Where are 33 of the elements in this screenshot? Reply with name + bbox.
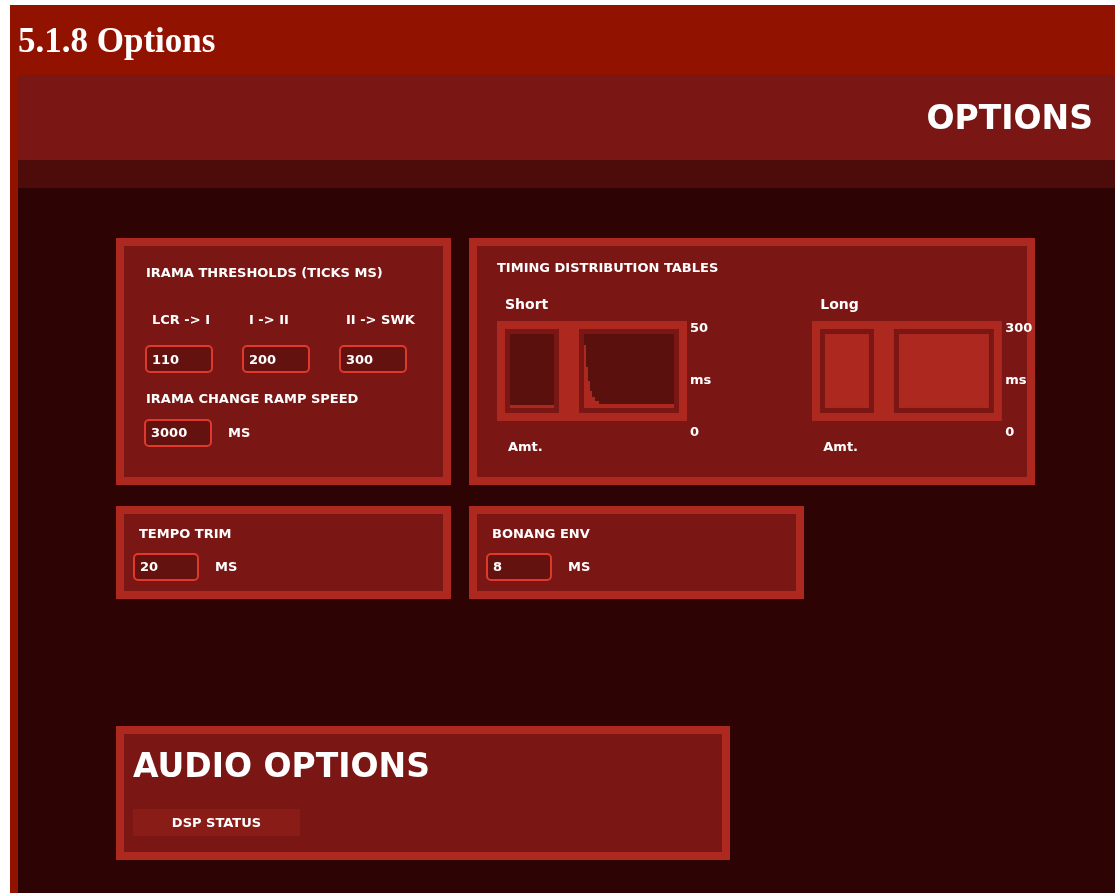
threshold-label: LCR -> I [152,310,211,329]
input-field[interactable]: 3000 [144,418,212,447]
axis-label: Amt. [822,437,859,456]
table-label: Short [504,294,550,314]
threshold-label: II -> SWK [346,310,416,329]
input-field[interactable]: 8 [486,552,552,581]
axis-label: 50 [690,320,710,335]
field-label: IRAMA CHANGE RAMP SPEED [145,390,360,408]
panel-title: TIMING DISTRIBUTION TABLES [497,259,720,277]
dsp-status-button[interactable]: DSP STATUS [133,809,300,836]
panel-title: BONANG ENV [491,525,591,543]
panel-title: TEMPO TRIM [138,525,233,543]
panel-title: AUDIO OPTIONS [133,746,431,786]
unit-label: MS [228,423,251,442]
axis-label: ms [1005,372,1028,387]
input-field[interactable]: 20 [133,552,199,581]
input-field[interactable]: 200 [242,345,310,373]
axis-label: ms [690,372,712,387]
distribution-graph[interactable] [812,320,1003,421]
input-field[interactable]: 300 [339,345,407,373]
unit-label: MS [568,557,591,576]
panel-title: IRAMA THRESHOLDS (TICKS MS) [145,264,384,282]
input-field[interactable]: 110 [145,345,213,373]
axis-label: 0 [690,424,701,439]
threshold-label: I -> II [249,310,290,329]
axis-label: 300 [1005,320,1033,335]
unit-label: MS [215,557,238,576]
axis-label: Amt. [507,437,543,456]
axis-label: 0 [1005,424,1016,439]
table-label: Long [819,294,860,314]
section-heading: 5.1.8 Options [18,22,216,58]
page-title: OPTIONS [926,96,1093,139]
distribution-graph[interactable] [497,320,687,421]
